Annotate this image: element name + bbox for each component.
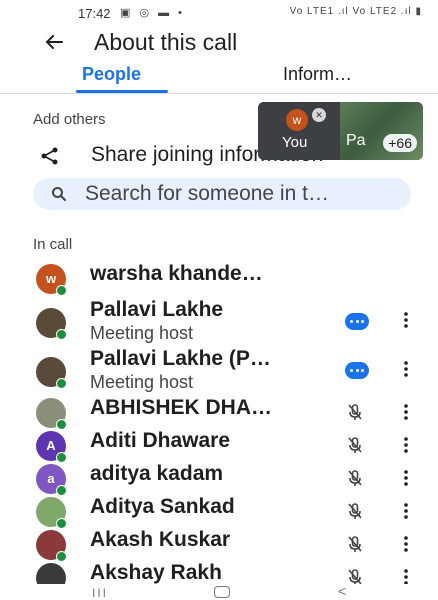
system-nav-bar: III < xyxy=(0,583,438,600)
online-status-dot xyxy=(56,378,67,389)
home-button[interactable] xyxy=(214,586,230,598)
participant-row[interactable]: A Aditi Dhaware xyxy=(0,429,438,463)
kebab-menu-icon[interactable] xyxy=(399,359,413,379)
tab-people[interactable]: People xyxy=(82,64,141,85)
kebab-menu-icon[interactable] xyxy=(399,310,413,330)
page-title: About this call xyxy=(94,29,238,55)
pip-self-tile: w ✕ You xyxy=(258,102,340,160)
signal-battery-icons: Vo LTE1 .ıl Vo LTE2 .ıl ▮ xyxy=(289,6,422,17)
mic-off-icon: ✕ xyxy=(312,108,326,122)
back-arrow-icon[interactable] xyxy=(40,28,68,56)
participant-name: Pallavi Lakhe (P… xyxy=(90,347,271,370)
app-header: About this call xyxy=(0,26,438,60)
in-call-heading: In call xyxy=(33,236,73,253)
tab-information[interactable]: Inform… xyxy=(283,64,352,85)
tab-bar: People Inform… xyxy=(0,60,438,94)
participant-name: Akshay Rakh xyxy=(90,561,222,584)
pip-participant-video: Pa +66 xyxy=(340,102,423,160)
participant-name: Pallavi Lakhe xyxy=(90,298,224,321)
participant-row[interactable]: a aditya kadam xyxy=(0,462,438,496)
participant-name: warsha khande… xyxy=(90,262,263,285)
participant-role: Meeting host xyxy=(90,372,194,392)
add-others-heading: Add others xyxy=(33,111,106,128)
kebab-menu-icon[interactable] xyxy=(399,534,413,554)
tab-selected-indicator xyxy=(76,90,168,93)
participant-row[interactable]: ABHISHEK DHA… xyxy=(0,396,438,430)
participant-row[interactable]: w warsha khande… xyxy=(0,262,438,296)
kebab-menu-icon[interactable] xyxy=(399,402,413,422)
more-options-pill-icon[interactable] xyxy=(345,362,369,379)
participant-name: ABHISHEK DHA… xyxy=(90,396,273,419)
mic-off-icon[interactable] xyxy=(345,534,365,554)
status-bar: 17:42 ▣ ◎ ▬ • Vo LTE1 .ıl Vo LTE2 .ıl ▮ xyxy=(0,0,438,26)
search-placeholder: Search for someone in t… xyxy=(85,182,329,205)
mic-off-icon[interactable] xyxy=(345,468,365,488)
participant-row[interactable]: Pallavi Lakhe Meeting host xyxy=(0,298,438,346)
recent-apps-button[interactable]: III xyxy=(92,586,108,600)
search-icon xyxy=(51,186,67,202)
participant-row[interactable]: Pallavi Lakhe (P… Meeting host xyxy=(0,347,438,395)
status-time: 17:42 xyxy=(78,6,111,21)
system-back-button[interactable]: < xyxy=(338,583,346,599)
search-participants-input[interactable]: Search for someone in t… xyxy=(33,178,411,210)
participant-name: Aditi Dhaware xyxy=(90,429,231,452)
online-status-dot xyxy=(56,285,67,296)
pip-self-avatar: w xyxy=(286,109,308,131)
self-view-pip[interactable]: w ✕ You Pa +66 xyxy=(258,102,423,160)
participant-row[interactable]: Akash Kuskar xyxy=(0,528,438,562)
kebab-menu-icon[interactable] xyxy=(399,468,413,488)
kebab-menu-icon[interactable] xyxy=(399,501,413,521)
more-options-pill-icon[interactable] xyxy=(345,313,369,330)
participant-row[interactable]: Aditya Sankad xyxy=(0,495,438,529)
participant-name: Aditya Sankad xyxy=(90,495,235,518)
mic-off-icon[interactable] xyxy=(345,501,365,521)
kebab-menu-icon[interactable] xyxy=(399,435,413,455)
participant-role: Meeting host xyxy=(90,323,194,343)
share-icon xyxy=(39,145,61,167)
participant-name: Akash Kuskar xyxy=(90,528,231,551)
participant-name: aditya kadam xyxy=(90,462,224,485)
pip-you-label: You xyxy=(282,134,308,151)
mic-off-icon[interactable] xyxy=(345,435,365,455)
online-status-dot xyxy=(56,329,67,340)
pip-extra-count-badge: +66 xyxy=(383,134,417,152)
notification-icons: ▣ ◎ ▬ • xyxy=(120,7,186,19)
mic-off-icon[interactable] xyxy=(345,402,365,422)
pip-participant-label: Pa xyxy=(346,132,366,149)
